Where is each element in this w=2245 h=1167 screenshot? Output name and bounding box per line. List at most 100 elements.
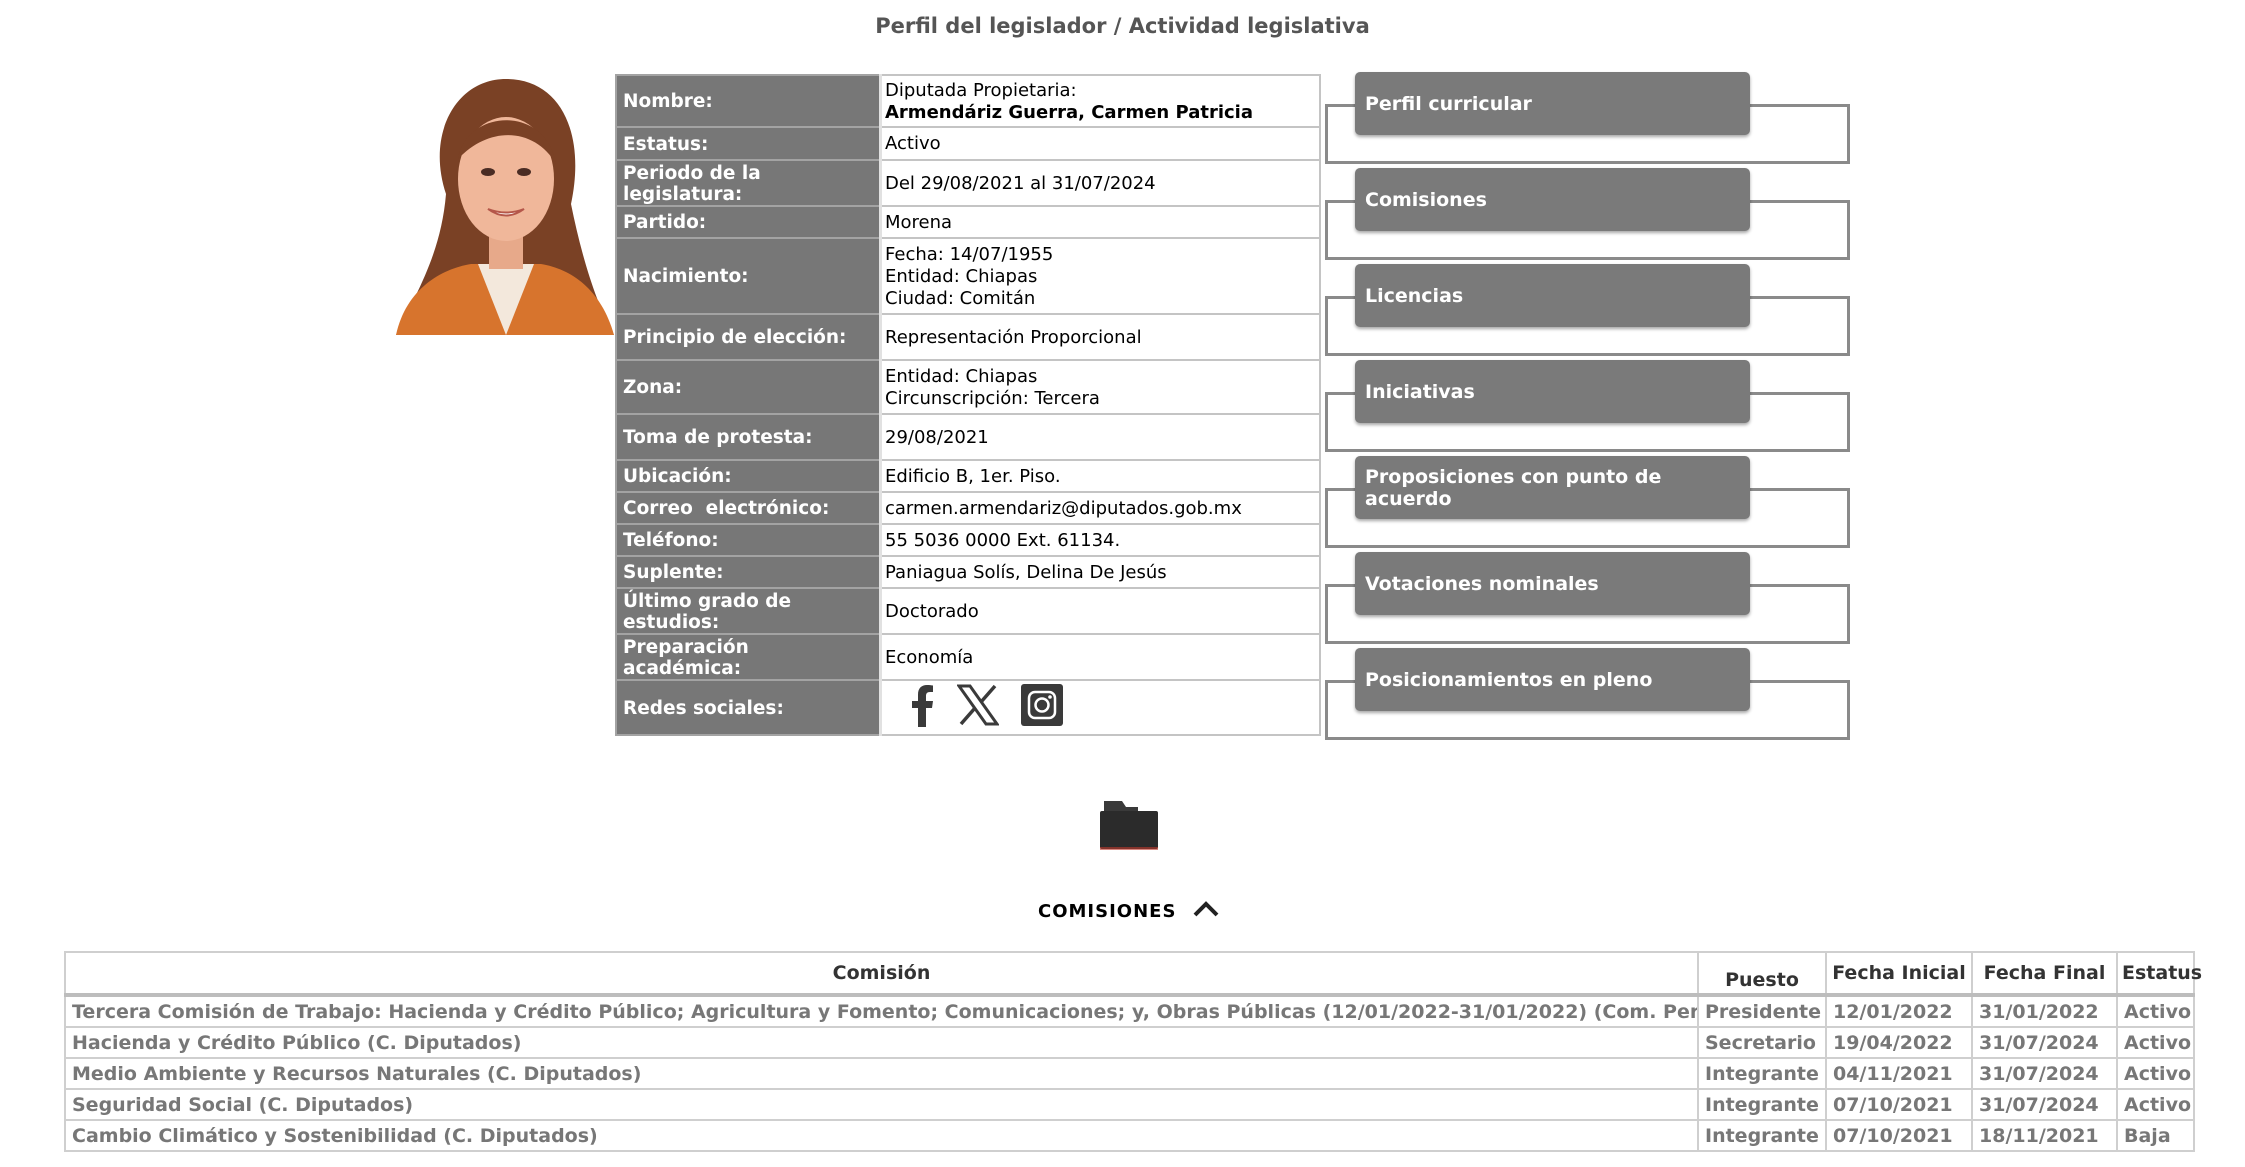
profile-row-partido: Partido: Morena xyxy=(615,205,1321,239)
profile-row-grado: Último grado de estudios: Doctorado xyxy=(615,587,1321,635)
profile-value: Activo xyxy=(879,126,1321,161)
profile-value: Entidad: Chiapas Circunscripción: Tercer… xyxy=(879,359,1321,415)
perfil-curricular-button[interactable]: Perfil curricular xyxy=(1355,72,1750,135)
profile-value: Del 29/08/2021 al 31/07/2024 xyxy=(879,159,1321,207)
profile-label: Redes sociales: xyxy=(615,679,882,736)
profile-value: Economía xyxy=(879,633,1321,681)
table-row: Seguridad Social (C. Diputados) Integran… xyxy=(64,1088,2195,1121)
profile-value: Paniagua Solís, Delina De Jesús xyxy=(879,555,1321,589)
instagram-icon[interactable] xyxy=(1021,684,1063,732)
cell-fecha-final: 18/11/2021 xyxy=(1971,1119,2118,1152)
votaciones-button[interactable]: Votaciones nominales xyxy=(1355,552,1750,615)
profile-value: Diputada Propietaria: Armendáriz Guerra,… xyxy=(879,74,1321,128)
menu-item-posicionamientos: Posicionamientos en pleno xyxy=(1323,648,1853,744)
menu-item-proposiciones: Proposiciones con punto de acuerdo xyxy=(1323,456,1853,552)
profile-label: Último grado de estudios: xyxy=(615,587,882,635)
cell-comision: Cambio Climático y Sostenibilidad (C. Di… xyxy=(64,1119,1699,1152)
value-line: Ciudad: Comitán xyxy=(885,287,1036,309)
column-header: Estatus xyxy=(2116,951,2202,997)
profile-value: Representación Proporcional xyxy=(879,313,1321,361)
folder-icon[interactable] xyxy=(1098,795,1160,851)
profile-label: Correo electrónico: xyxy=(615,491,882,525)
legislator-photo xyxy=(396,74,614,335)
comisiones-table: Comisión Puesto Fecha Inicial Fecha Fina… xyxy=(64,951,2202,1152)
cell-fecha-final: 31/07/2024 xyxy=(1971,1057,2118,1090)
profile-label: Preparación académica: xyxy=(615,633,882,681)
value-line: Fecha: 14/07/1955 xyxy=(885,243,1054,265)
comisiones-button[interactable]: Comisiones xyxy=(1355,168,1750,231)
column-header: Comisión xyxy=(64,951,1699,997)
cell-comision: Tercera Comisión de Trabajo: Hacienda y … xyxy=(64,994,1699,1028)
cell-fecha-final: 31/07/2024 xyxy=(1971,1026,2118,1059)
value-line: Entidad: Chiapas xyxy=(885,265,1038,287)
profile-row-correo: Correo electrónico: carmen.armendariz@di… xyxy=(615,491,1321,525)
cell-fecha-inicial: 19/04/2022 xyxy=(1825,1026,1973,1059)
cell-comision: Seguridad Social (C. Diputados) xyxy=(64,1088,1699,1121)
profile-row-ubicacion: Ubicación: Edificio B, 1er. Piso. xyxy=(615,459,1321,493)
cell-puesto: Integrante xyxy=(1697,1057,1827,1090)
proposiciones-button[interactable]: Proposiciones con punto de acuerdo xyxy=(1355,456,1750,519)
profile-row-preparacion: Preparación académica: Economía xyxy=(615,633,1321,681)
profile-label: Zona: xyxy=(615,359,882,415)
posicionamientos-button[interactable]: Posicionamientos en pleno xyxy=(1355,648,1750,711)
profile-label: Suplente: xyxy=(615,555,882,589)
comisiones-section-header[interactable]: COMISIONES xyxy=(1038,900,1220,923)
licencias-button[interactable]: Licencias xyxy=(1355,264,1750,327)
profile-row-nombre: Nombre: Diputada Propietaria: Armendáriz… xyxy=(615,74,1321,128)
profile-value: Morena xyxy=(879,205,1321,239)
profile-label: Partido: xyxy=(615,205,882,239)
profile-row-periodo: Periodo de la legislatura: Del 29/08/202… xyxy=(615,159,1321,207)
menu-item-comisiones: Comisiones xyxy=(1323,168,1853,264)
column-header: Puesto xyxy=(1697,951,1827,997)
cell-estatus: Activo xyxy=(2116,1088,2195,1121)
page-title: Perfil del legislador / Actividad legisl… xyxy=(875,14,1370,38)
chevron-up-icon[interactable] xyxy=(1192,900,1220,923)
cell-comision: Hacienda y Crédito Público (C. Diputados… xyxy=(64,1026,1699,1059)
cell-puesto: Integrante xyxy=(1697,1119,1827,1152)
profile-row-redes: Redes sociales: xyxy=(615,679,1321,736)
profile-label: Toma de protesta: xyxy=(615,413,882,461)
profile-value: 55 5036 0000 Ext. 61134. xyxy=(879,523,1321,557)
cell-fecha-inicial: 12/01/2022 xyxy=(1825,994,1973,1028)
cell-estatus: Activo xyxy=(2116,994,2195,1028)
table-row: Tercera Comisión de Trabajo: Hacienda y … xyxy=(64,994,2195,1028)
profile-label: Ubicación: xyxy=(615,459,882,493)
social-links xyxy=(879,679,1321,736)
cell-estatus: Baja xyxy=(2116,1119,2195,1152)
menu-item-perfil-curricular: Perfil curricular xyxy=(1323,72,1853,168)
activity-menu: Perfil curricular Comisiones Licencias I… xyxy=(1323,72,1853,744)
column-header: Fecha Final xyxy=(1971,951,2118,997)
column-header: Fecha Inicial xyxy=(1825,951,1973,997)
iniciativas-button[interactable]: Iniciativas xyxy=(1355,360,1750,423)
menu-item-iniciativas: Iniciativas xyxy=(1323,360,1853,456)
cell-fecha-inicial: 07/10/2021 xyxy=(1825,1119,1973,1152)
comisiones-section-title: COMISIONES xyxy=(1038,901,1177,922)
cell-comision: Medio Ambiente y Recursos Naturales (C. … xyxy=(64,1057,1699,1090)
profile-row-principio: Principio de elección: Representación Pr… xyxy=(615,313,1321,361)
profile-label: Nombre: xyxy=(615,74,882,128)
cell-fecha-inicial: 07/10/2021 xyxy=(1825,1088,1973,1121)
menu-item-votaciones: Votaciones nominales xyxy=(1323,552,1853,648)
profile-value: Fecha: 14/07/1955 Entidad: Chiapas Ciuda… xyxy=(879,237,1321,315)
menu-item-licencias: Licencias xyxy=(1323,264,1853,360)
cell-puesto: Presidente xyxy=(1697,994,1827,1028)
profile-label: Principio de elección: xyxy=(615,313,882,361)
value-line: Circunscripción: Tercera xyxy=(885,387,1100,409)
table-row: Cambio Climático y Sostenibilidad (C. Di… xyxy=(64,1119,2195,1152)
profile-label: Estatus: xyxy=(615,126,882,161)
facebook-icon[interactable] xyxy=(909,683,935,733)
cell-estatus: Activo xyxy=(2116,1057,2195,1090)
table-row: Medio Ambiente y Recursos Naturales (C. … xyxy=(64,1057,2195,1090)
profile-row-nacimiento: Nacimiento: Fecha: 14/07/1955 Entidad: C… xyxy=(615,237,1321,315)
cell-puesto: Integrante xyxy=(1697,1088,1827,1121)
profile-label: Teléfono: xyxy=(615,523,882,557)
profile-value: Doctorado xyxy=(879,587,1321,635)
x-icon[interactable] xyxy=(956,684,1000,732)
email-link[interactable]: carmen.armendariz@diputados.gob.mx xyxy=(879,491,1321,525)
profile-row-telefono: Teléfono: 55 5036 0000 Ext. 61134. xyxy=(615,523,1321,557)
table-header-row: Comisión Puesto Fecha Inicial Fecha Fina… xyxy=(64,951,2202,997)
profile-value: 29/08/2021 xyxy=(879,413,1321,461)
value-line: Diputada Propietaria: xyxy=(885,79,1077,101)
cell-puesto: Secretario xyxy=(1697,1026,1827,1059)
legislator-name: Armendáriz Guerra, Carmen Patricia xyxy=(885,101,1253,123)
